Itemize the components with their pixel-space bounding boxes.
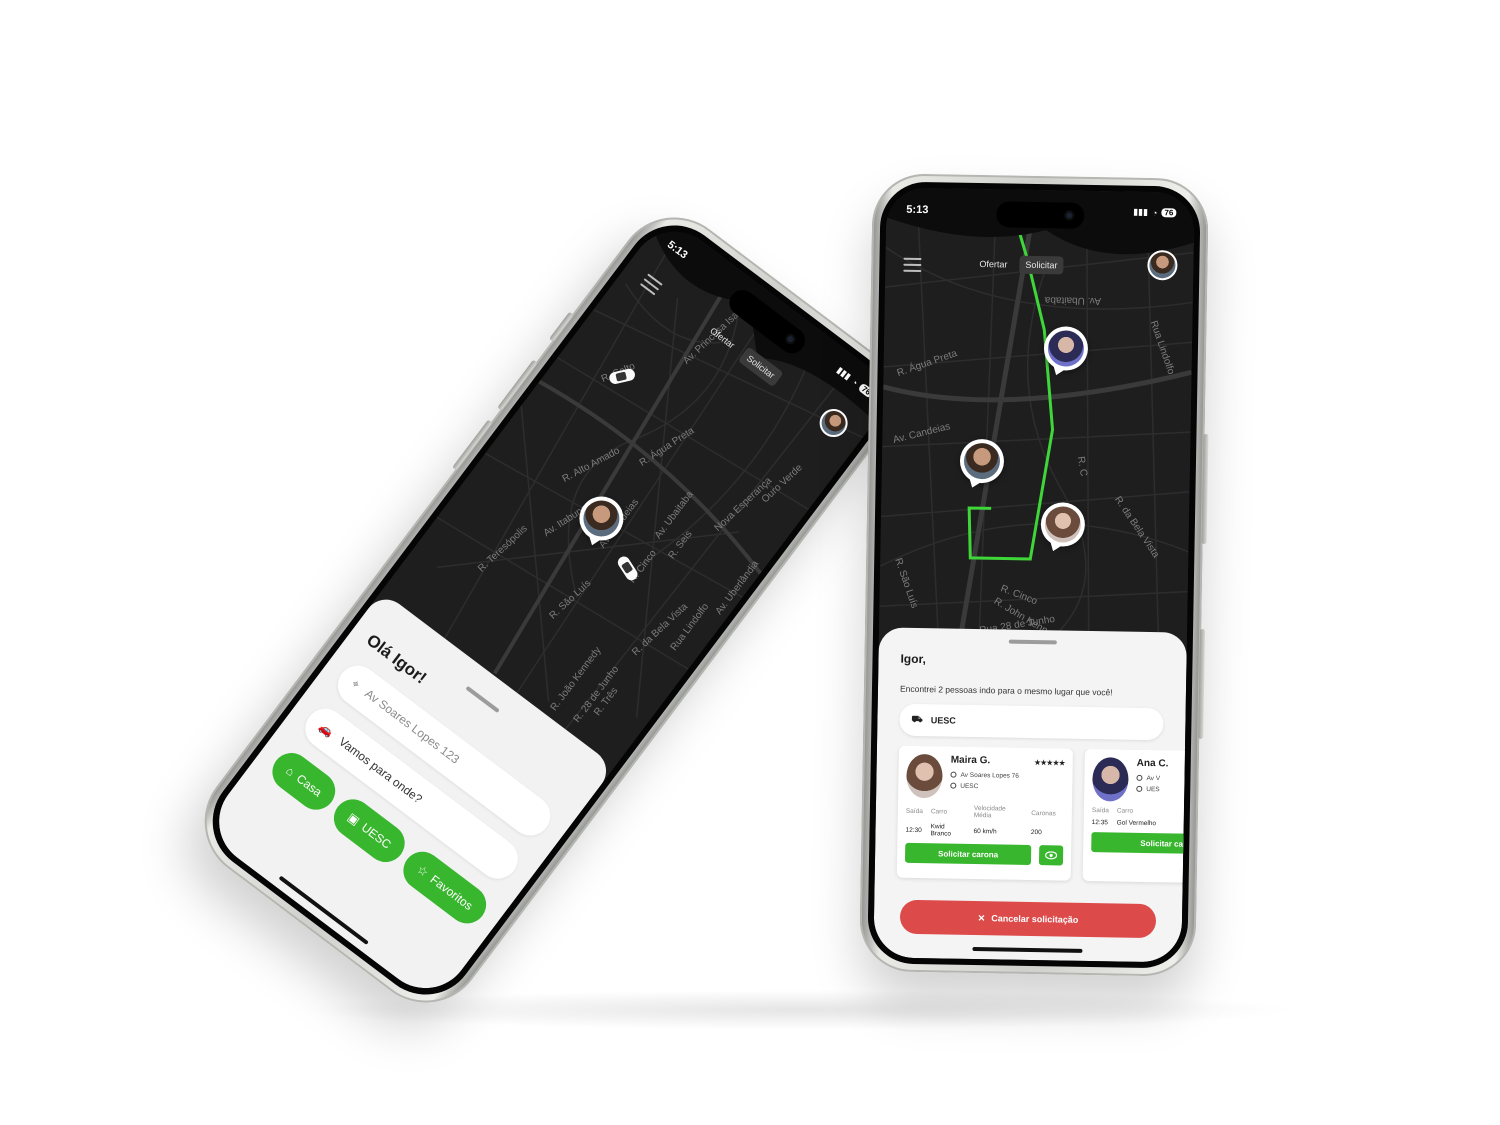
tab-ofertar[interactable]: Ofertar (973, 255, 1013, 274)
phone-home-screen: Av. Princesa Isabel R. Salto Av. Ubaitab… (181, 194, 919, 1026)
header-caronas: Caronas (1031, 809, 1056, 817)
destination-value: UESC (930, 715, 956, 726)
rating-stars-icon: ★★★★★ (1033, 758, 1065, 768)
location-pin-icon: ⌖ (349, 675, 363, 692)
header-saida: Saída (905, 807, 923, 815)
car-icon: 🚗 (316, 719, 337, 740)
close-icon: ✕ (977, 912, 986, 923)
rider-avatar (1047, 330, 1085, 367)
ride-details: Saída Carro 12:35 Gol Vermelho (1092, 807, 1165, 827)
sheet-handle[interactable] (1008, 639, 1057, 645)
mockup-stage: Av. Princesa Isabel R. Salto Av. Ubaitab… (0, 0, 1500, 1125)
view-details-button[interactable] (1038, 845, 1064, 866)
cancel-label: Cancelar solicitação (991, 913, 1079, 925)
rider-avatar (1044, 506, 1082, 543)
status-time: 5:13 (906, 203, 929, 217)
power-button (1201, 433, 1209, 545)
user-avatar (963, 442, 1001, 480)
car-icon: ⛟ (911, 713, 923, 725)
bezel: Av. Princesa Isabel R. Salto Av. Ubaitab… (192, 205, 908, 1015)
chip-label: Casa (293, 771, 325, 800)
user-avatar (583, 500, 620, 537)
ride-card: Ana C. Av V UES Saída Carro 12:35 Gol Ve… (1082, 748, 1185, 884)
phone-matches-screen: Av. Ubaitaba R. Água Preta Av. Candeias … (859, 173, 1209, 977)
route-to: UESC (960, 782, 979, 791)
header-velocidade: Velocidade Média (973, 804, 1006, 820)
wifi-icon: ◔ (849, 376, 861, 388)
camera-icon (1064, 210, 1075, 221)
street-label: Av. Ubaitaba (1044, 294, 1102, 307)
status-icons: ▮▮▮ ◔ 76 (1133, 206, 1177, 219)
value-carro: Kwid Branco (930, 823, 952, 838)
origin-dot-icon (1136, 775, 1143, 782)
wifi-icon: ◔ (1151, 207, 1158, 218)
header-carro: Carro (930, 807, 948, 816)
destination-dot-icon (950, 782, 957, 789)
route-info: Av V UES (1136, 773, 1168, 796)
menu-icon[interactable] (903, 257, 922, 272)
star-icon: ☆ (414, 862, 432, 880)
chip-label: Favoritos (427, 872, 476, 914)
tab-solicitar[interactable]: Solicitar (1019, 255, 1064, 275)
request-ride-button[interactable]: Solicitar carona (1091, 832, 1185, 855)
request-ride-button[interactable]: Solicitar carona (904, 842, 1032, 865)
route-info: Av Soares Lopes 76 UESC (950, 770, 1019, 793)
value-caronas: 200 (1030, 828, 1042, 836)
value-saida: 12:35 (1091, 819, 1109, 827)
destination-field[interactable]: ⛟ UESC (899, 703, 1164, 741)
mode-tabs: Ofertar Solicitar (973, 255, 1064, 275)
bezel: Av. Ubaitaba R. Água Preta Av. Candeias … (867, 181, 1201, 969)
chip-label: UESC (358, 820, 394, 852)
driver-photo (1092, 757, 1129, 802)
match-summary: Encontrei 2 pessoas indo para o mesmo lu… (899, 683, 1113, 698)
driver-name: Maira G. (950, 754, 991, 767)
home-icon: ⌂ (283, 763, 298, 779)
eye-icon (1045, 851, 1058, 860)
screen: Av. Princesa Isabel R. Salto Av. Ubaitab… (201, 213, 899, 1007)
ride-cards-carousel[interactable]: Maira G. Av Soares Lopes 76 UESC ★★★★★ S… (875, 745, 1185, 890)
value-carro: Gol Vermelho (1116, 819, 1157, 828)
route-to: UES (1146, 785, 1160, 794)
user-location-pin[interactable] (579, 496, 624, 541)
camera-control-button (1198, 628, 1206, 739)
value-velocidade: 60 km/h (973, 827, 997, 835)
signal-icon: ▮▮▮ (1133, 206, 1149, 217)
value-saida: 12:30 (905, 826, 922, 834)
header-saida: Saída (1091, 807, 1109, 815)
ride-card: Maira G. Av Soares Lopes 76 UESC ★★★★★ S… (896, 745, 1073, 881)
bottom-sheet: Igor, Encontrei 2 pessoas indo para o me… (873, 627, 1188, 963)
camera-icon (783, 332, 798, 347)
route-from: Av V (1146, 774, 1161, 783)
ride-details: Saída Carro Velocidade Média Caronas 12:… (905, 804, 1064, 840)
origin-dot-icon (950, 771, 957, 778)
greeting: Igor, (900, 651, 926, 667)
driver-photo (906, 753, 943, 799)
school-icon: ▣ (344, 809, 363, 828)
screen: Av. Ubaitaba R. Água Preta Av. Candeias … (873, 187, 1195, 963)
cancel-request-button[interactable]: ✕ Cancelar solicitação (899, 899, 1157, 939)
route-from: Av Soares Lopes 76 (960, 771, 1019, 780)
battery-icon: 76 (1161, 208, 1177, 218)
destination-dot-icon (1136, 786, 1143, 793)
dynamic-island (996, 201, 1085, 229)
driver-name: Ana C. (1136, 757, 1169, 770)
